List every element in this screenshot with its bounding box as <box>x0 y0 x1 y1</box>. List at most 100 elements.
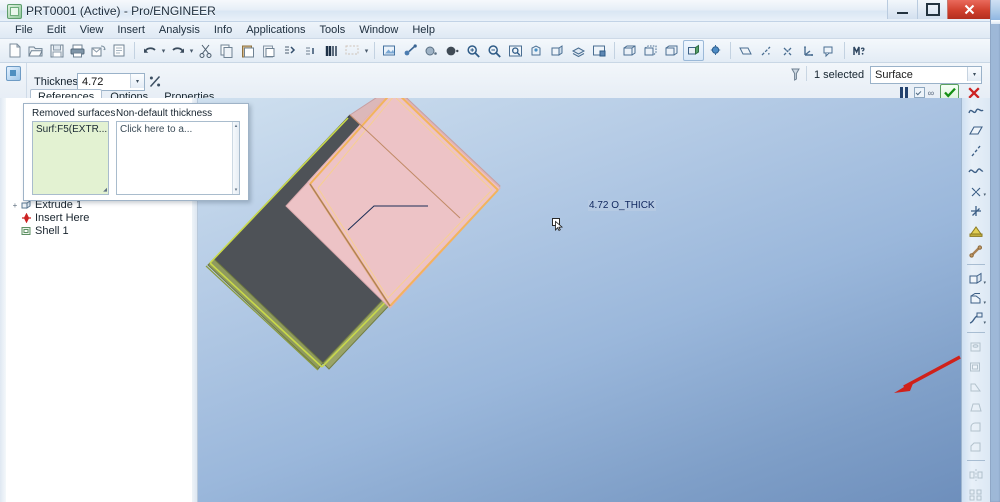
datum-axis-icon[interactable] <box>757 41 776 60</box>
datum-plane-icon[interactable] <box>966 121 986 140</box>
insert-here-icon <box>20 213 33 223</box>
zoom-out-icon[interactable] <box>485 41 504 60</box>
shell-icon[interactable] <box>966 357 986 376</box>
repaint-icon[interactable] <box>380 41 399 60</box>
reorient-icon[interactable] <box>548 41 567 60</box>
curve-icon[interactable] <box>966 161 986 180</box>
sketch-spline-icon[interactable] <box>966 101 986 120</box>
list-item[interactable]: Click here to a... <box>117 122 239 137</box>
list-scrollbar[interactable] <box>232 122 239 194</box>
expand-toggle-icon[interactable]: + <box>10 201 20 210</box>
chevron-down-icon[interactable]: ▾ <box>967 67 981 81</box>
tree-node-insert-here[interactable]: Insert Here <box>10 212 190 224</box>
rib-icon[interactable] <box>966 377 986 396</box>
flip-thickness-button[interactable] <box>146 73 163 89</box>
open-file-icon[interactable] <box>26 41 45 60</box>
annotation-icon[interactable] <box>820 41 839 60</box>
regenerate-icon[interactable] <box>280 41 299 60</box>
paste-icon[interactable] <box>238 41 257 60</box>
menu-tools[interactable]: Tools <box>313 23 353 37</box>
chevron-down-icon[interactable]: ▾ <box>983 300 986 306</box>
layer-dropdown-caret[interactable]: ▾ <box>363 41 370 60</box>
redo-icon[interactable] <box>168 41 187 60</box>
send-mail-icon[interactable] <box>89 41 108 60</box>
pattern-icon[interactable] <box>966 485 986 502</box>
paste-special-icon[interactable] <box>259 41 278 60</box>
menu-window[interactable]: Window <box>352 23 405 37</box>
dimension-annotation[interactable]: 4.72 O_THICK <box>588 200 656 211</box>
print-icon[interactable] <box>68 41 87 60</box>
tree-node-shell-1[interactable]: Shell 1 <box>10 225 190 237</box>
print-preview-icon[interactable] <box>110 41 129 60</box>
datum-plane-icon[interactable] <box>736 41 755 60</box>
selection-type-dropdown[interactable]: Surface ▾ <box>870 66 982 84</box>
chevron-down-icon[interactable]: ▾ <box>233 187 239 193</box>
menu-analysis[interactable]: Analysis <box>152 23 207 37</box>
datum-point-icon[interactable]: ▾ <box>966 181 986 200</box>
mirror-icon[interactable] <box>966 465 986 484</box>
chamfer-icon[interactable] <box>966 437 986 456</box>
shading-icon[interactable] <box>683 40 704 61</box>
reference-icon[interactable] <box>966 241 986 260</box>
non-default-thickness-list[interactable]: Click here to a... ▴ ▾ <box>116 121 240 195</box>
saved-view-icon[interactable] <box>527 41 546 60</box>
new-file-icon[interactable] <box>5 41 24 60</box>
chevron-down-icon[interactable]: ▾ <box>983 320 986 326</box>
chevron-down-icon[interactable]: ▾ <box>130 74 144 88</box>
layer-view-icon[interactable] <box>569 41 588 60</box>
preview-checkbox[interactable] <box>913 87 925 98</box>
sweep-icon[interactable]: ▾ <box>966 309 986 328</box>
menu-insert[interactable]: Insert <box>110 23 152 37</box>
save-icon[interactable] <box>47 41 66 60</box>
analysis-feature-icon[interactable] <box>966 221 986 240</box>
menu-info[interactable]: Info <box>207 23 239 37</box>
graphics-window[interactable]: 4.72 O_THICK <box>198 98 962 502</box>
selection-type-value: Surface <box>875 69 913 81</box>
maximize-button[interactable] <box>917 0 947 19</box>
spin-center-icon[interactable] <box>401 41 420 60</box>
undo-icon[interactable] <box>140 41 159 60</box>
appearance-icon[interactable] <box>422 41 441 60</box>
menu-help[interactable]: Help <box>405 23 442 37</box>
draft-icon[interactable] <box>966 397 986 416</box>
shade-dot-icon[interactable] <box>443 41 462 60</box>
chevron-up-icon[interactable]: ▴ <box>233 123 239 129</box>
hole-icon[interactable] <box>966 337 986 356</box>
title-bar: PRT0001 (Active) - Pro/ENGINEER <box>0 0 990 22</box>
hidden-line-icon[interactable] <box>641 41 660 60</box>
regenerate-manual-icon[interactable] <box>301 41 320 60</box>
minimize-button[interactable] <box>887 0 917 19</box>
light-icon[interactable] <box>706 41 725 60</box>
datum-csys-icon[interactable] <box>966 201 986 220</box>
help-context-icon[interactable] <box>850 41 869 60</box>
refit-icon[interactable] <box>506 41 525 60</box>
close-button[interactable] <box>947 0 990 19</box>
layer-icon[interactable] <box>343 41 362 60</box>
copy-icon[interactable] <box>217 41 236 60</box>
menu-edit[interactable]: Edit <box>40 23 73 37</box>
datum-axis-icon[interactable] <box>966 141 986 160</box>
menu-view[interactable]: View <box>73 23 111 37</box>
round-icon[interactable] <box>966 417 986 436</box>
revolve-icon[interactable]: ▾ <box>966 289 986 308</box>
wireframe-icon[interactable] <box>620 41 639 60</box>
cut-icon[interactable] <box>196 41 215 60</box>
color-appearance-icon[interactable] <box>590 41 609 60</box>
menu-file[interactable]: File <box>8 23 40 37</box>
datum-point-icon[interactable] <box>778 41 797 60</box>
undo-dropdown-caret[interactable]: ▾ <box>160 41 167 60</box>
extrude-icon[interactable]: ▾ <box>966 269 986 288</box>
zoom-in-icon[interactable] <box>464 41 483 60</box>
datum-csys-icon[interactable] <box>799 41 818 60</box>
find-icon[interactable] <box>322 41 341 60</box>
list-item[interactable]: Surf:F5(EXTR... <box>33 122 108 137</box>
menu-applications[interactable]: Applications <box>239 23 312 37</box>
pause-button[interactable] <box>899 87 908 98</box>
chevron-down-icon[interactable]: ▾ <box>983 192 986 198</box>
removed-surfaces-list[interactable]: Surf:F5(EXTR... ◢ <box>32 121 109 195</box>
chevron-down-icon[interactable]: ▾ <box>983 280 986 286</box>
resize-grip-icon[interactable]: ◢ <box>102 187 108 193</box>
redo-dropdown-caret[interactable]: ▾ <box>188 41 195 60</box>
no-hidden-icon[interactable] <box>662 41 681 60</box>
preview-toggle[interactable]: ∞ <box>913 87 934 98</box>
